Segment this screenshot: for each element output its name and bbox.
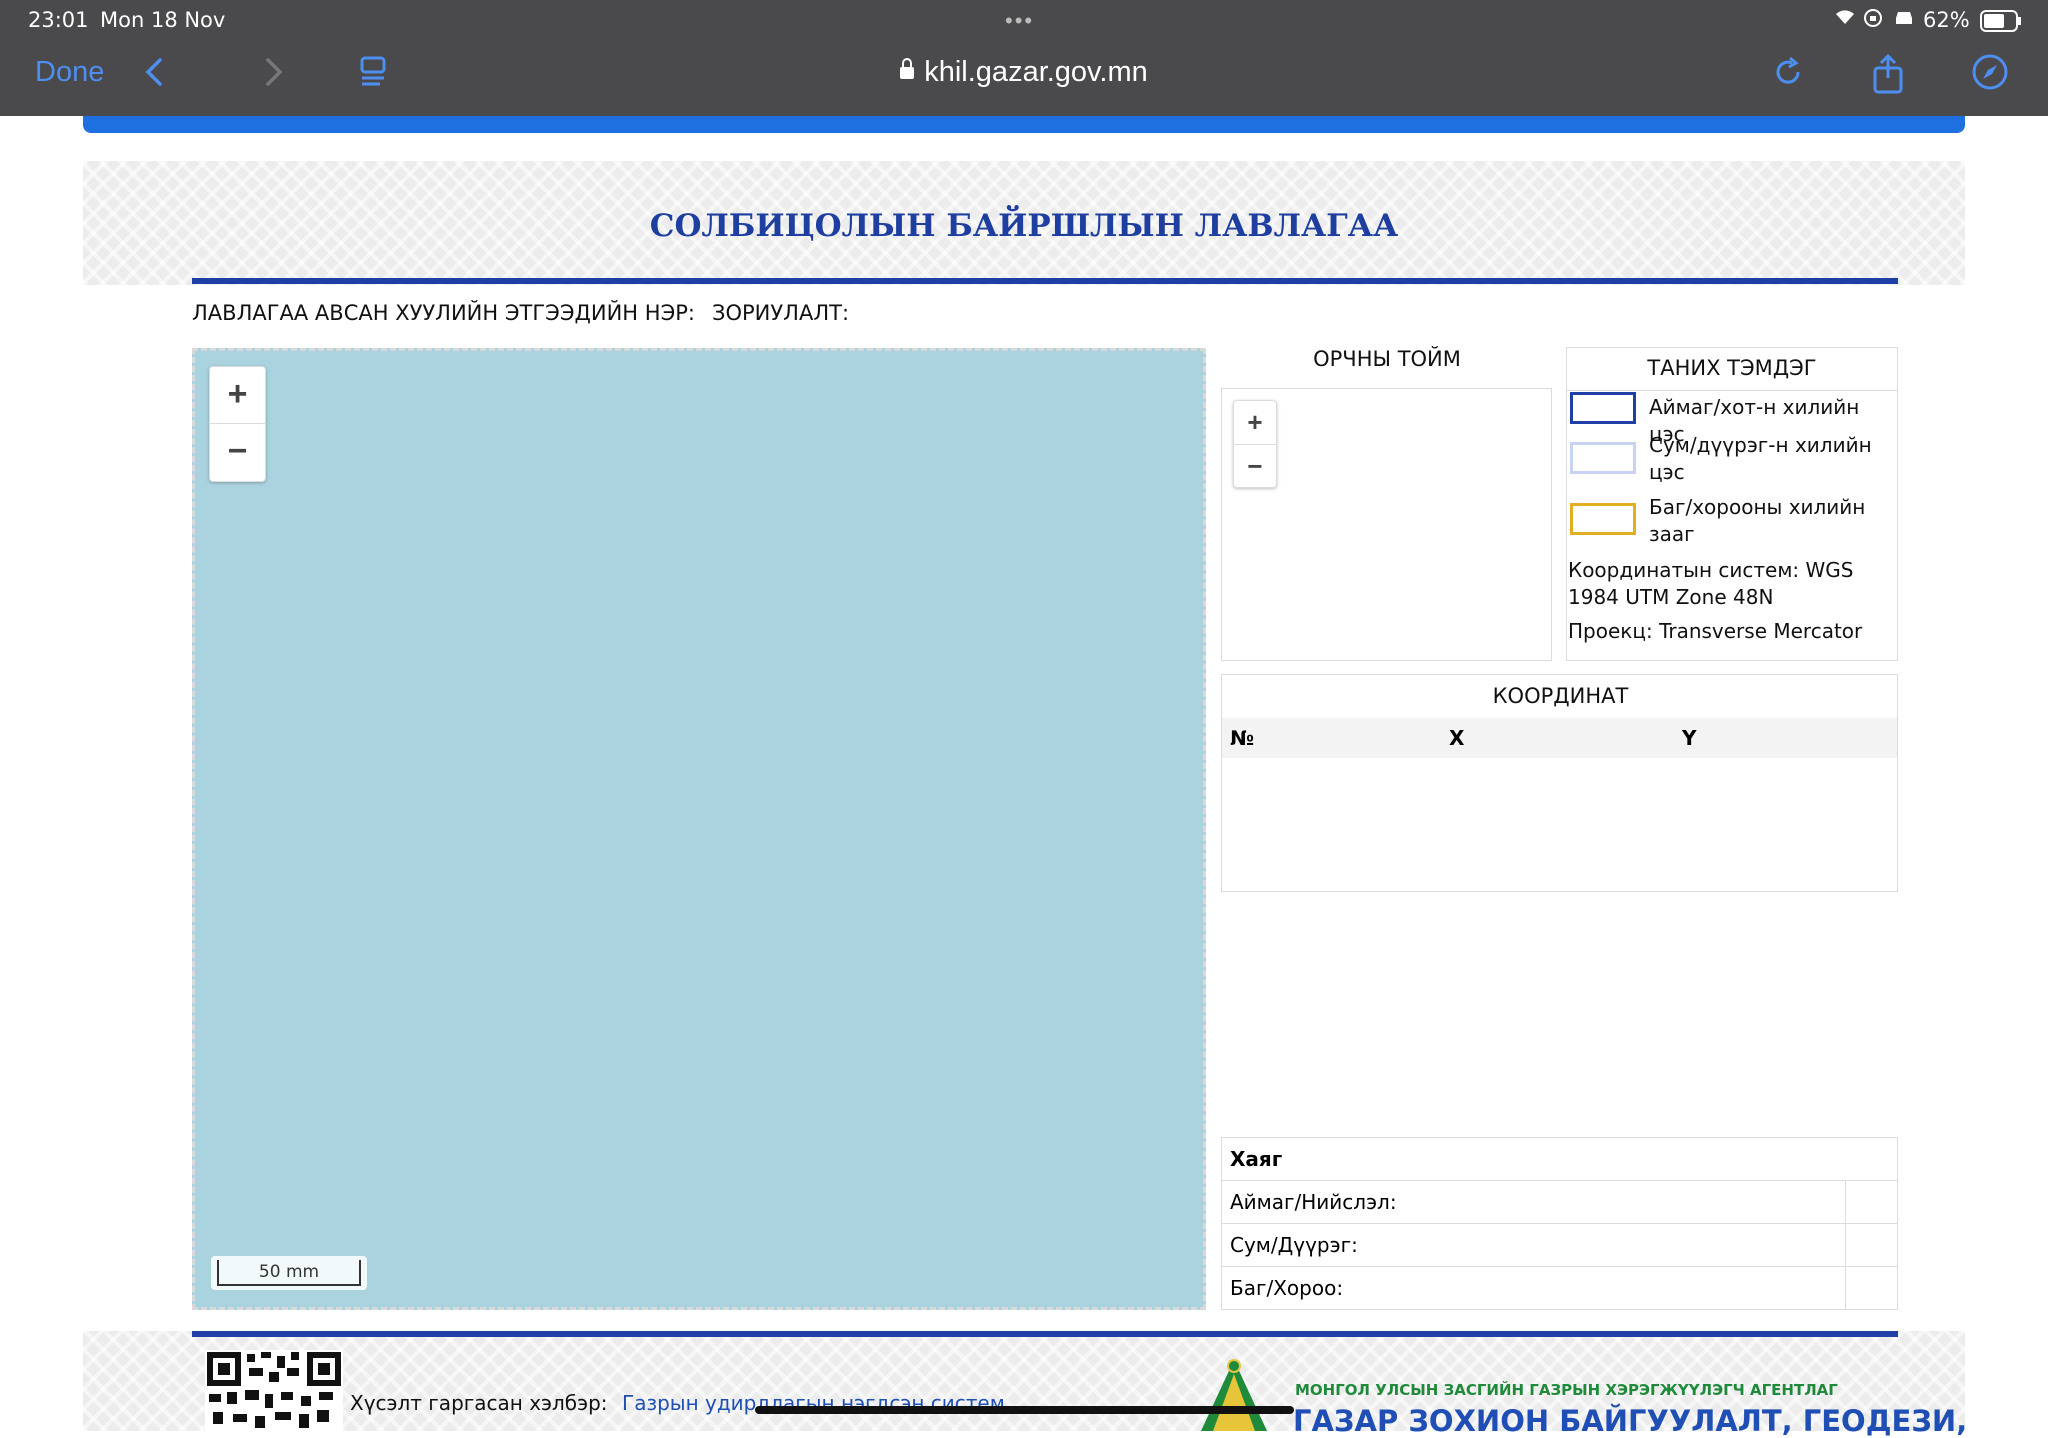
- scale-bar: 50 mm: [211, 1256, 367, 1290]
- address-row-aimag: Аймаг/Нийслэл:: [1222, 1181, 1897, 1224]
- address-label-bag: Баг/Хороо:: [1230, 1276, 1344, 1300]
- address-label-sum: Сум/Дүүрэг:: [1230, 1233, 1358, 1257]
- qr-code: [205, 1350, 343, 1431]
- address-label-aimag: Аймаг/Нийслэл:: [1230, 1190, 1397, 1214]
- scale-label: 50 mm: [217, 1260, 361, 1286]
- battery-icon: [1980, 10, 2022, 37]
- browser-toolbar: 23:01 Mon 18 Nov ••• 62% Done khil.gazar…: [0, 0, 2048, 116]
- legend-item-sum-cont: цэс: [1649, 460, 1685, 484]
- coordinates-table: КООРДИНАТ № X Y: [1221, 674, 1898, 892]
- coord-system-line2: 1984 UTM Zone 48N: [1568, 585, 1774, 609]
- purpose-label: ЗОРИУЛАЛТ:: [712, 301, 850, 325]
- legend-item-bag-cont: зааг: [1649, 522, 1695, 546]
- legend-item-sum: Сум/дүүрэг-н хилийн: [1649, 433, 1872, 457]
- address-value-sum: [1845, 1224, 1897, 1266]
- reload-icon[interactable]: [1768, 52, 1808, 92]
- legend-swatch-bag: [1570, 503, 1636, 535]
- address-value-bag: [1845, 1267, 1897, 1309]
- footer-rule: [192, 1331, 1898, 1337]
- overview-zoom-out-button[interactable]: −: [1234, 445, 1276, 488]
- zoom-in-button[interactable]: +: [210, 367, 265, 424]
- legend-panel: ТАНИХ ТЭМДЭГ Аймаг/хот-н хилийн цэс Сум/…: [1566, 347, 1898, 661]
- address-bar[interactable]: khil.gazar.gov.mn: [0, 56, 2048, 89]
- coord-system-line1: Координатын систем: WGS: [1568, 558, 1854, 582]
- home-indicator[interactable]: [755, 1406, 1294, 1414]
- overview-zoom-in-button[interactable]: +: [1234, 401, 1276, 445]
- col-y: Y: [1682, 726, 1697, 750]
- lock-icon: [900, 58, 915, 79]
- address-value-aimag: [1845, 1181, 1897, 1223]
- agency-line2: ГАЗАР ЗОХИОН БАЙГУУЛАЛТ, ГЕОДЕЗИ,: [1293, 1404, 1968, 1438]
- legend-divider: [1567, 390, 1897, 391]
- main-map[interactable]: + − 50 mm: [192, 348, 1206, 1310]
- battery-percent: 62%: [1923, 8, 1970, 32]
- legend-item-bag: Баг/хорооны хилийн: [1649, 495, 1866, 519]
- agency-line1: МОНГОЛ УЛСЫН ЗАСГИЙН ГАЗРЫН ХЭРЭГЖҮҮЛЭГЧ…: [1295, 1381, 1838, 1399]
- address-table: Хаяг Аймаг/Нийслэл: Сум/Дүүрэг: Баг/Хоро…: [1221, 1137, 1898, 1310]
- wifi-icon: [1833, 6, 1857, 31]
- car-icon: [1893, 8, 1915, 33]
- col-x: X: [1449, 726, 1465, 750]
- address-row-sum: Сум/Дүүрэг:: [1222, 1224, 1897, 1267]
- zoom-out-button[interactable]: −: [210, 424, 265, 481]
- col-no: №: [1230, 726, 1255, 750]
- share-icon[interactable]: [1868, 52, 1908, 94]
- document-page: СОЛБИЦОЛЫН БАЙРШЛЫН ЛАВЛАГАА ЛАВЛАГАА АВ…: [27, 116, 2021, 1438]
- address-title: Хаяг: [1222, 1138, 1897, 1181]
- overview-zoom-control: + −: [1233, 400, 1277, 488]
- requester-label: ЛАВЛАГАА АВСАН ХУУЛИЙН ЭТГЭЭДИЙН НЭР:: [192, 301, 695, 325]
- multitask-dots-icon[interactable]: •••: [1005, 8, 1034, 34]
- address-row-bag: Баг/Хороо:: [1222, 1267, 1897, 1310]
- header-rule: [192, 278, 1898, 284]
- top-accent-bar: [83, 116, 1965, 133]
- legend-swatch-aimag: [1570, 392, 1636, 424]
- coordinates-title: КООРДИНАТ: [1492, 684, 1629, 708]
- overview-title: ОРЧНЫ ТОЙМ: [1313, 347, 1461, 371]
- legend-swatch-sum: [1570, 442, 1636, 474]
- legend-title: ТАНИХ ТЭМДЭГ: [1647, 356, 1817, 380]
- orientation-lock-icon: [1863, 8, 1883, 33]
- map-zoom-control: + −: [209, 366, 266, 482]
- status-date: Mon 18 Nov: [100, 8, 226, 32]
- agency-emblem-icon: [1197, 1356, 1271, 1431]
- compass-icon[interactable]: [1970, 52, 2010, 92]
- page-title: СОЛБИЦОЛЫН БАЙРШЛЫН ЛАВЛАГАА: [649, 208, 1399, 244]
- request-label: Хүсэлт гаргасан хэлбэр:: [350, 1391, 608, 1415]
- status-time: 23:01: [28, 8, 89, 32]
- coordinates-header-row: № X Y: [1222, 718, 1897, 758]
- overview-map[interactable]: + −: [1221, 388, 1552, 661]
- projection-note: Проекц: Transverse Mercator: [1568, 619, 1863, 643]
- url-text: khil.gazar.gov.mn: [924, 56, 1148, 88]
